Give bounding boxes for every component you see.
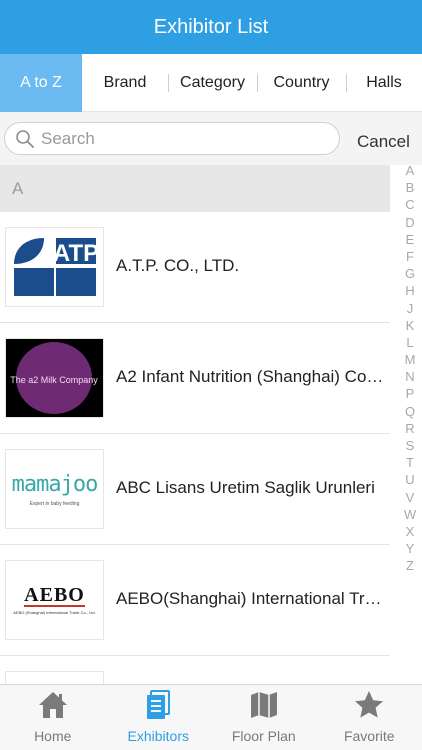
tab-country[interactable]: Country <box>257 54 346 112</box>
list-item[interactable]: mamajoo Expert in baby feeding ABC Lisan… <box>0 434 390 545</box>
exhibitor-list: ATP A.T.P. CO., LTD. The a2 Milk Company… <box>0 212 390 684</box>
exhibitor-name: AEBO(Shanghai) International Trade Co., … <box>116 589 388 608</box>
index-letter[interactable]: C <box>405 196 414 213</box>
tab-label: Floor Plan <box>231 728 296 744</box>
index-letter[interactable]: L <box>406 334 413 351</box>
cancel-button[interactable]: Cancel <box>357 132 410 152</box>
index-letter[interactable]: K <box>406 317 415 334</box>
tab-halls[interactable]: Halls <box>346 54 422 112</box>
nav-header: Exhibitor List <box>0 0 422 54</box>
index-letter[interactable]: N <box>405 368 414 385</box>
section-letter: A <box>12 178 24 198</box>
tab-label: Brand <box>103 73 147 91</box>
index-letter[interactable]: P <box>406 385 415 402</box>
tab-label: Country <box>273 73 330 91</box>
atp-logo: ATP <box>11 236 98 298</box>
aebo-logo-text: AEBO <box>24 584 85 607</box>
page-title: Exhibitor List <box>153 15 269 38</box>
svg-text:The a2 Milk Company: The a2 Milk Company <box>10 375 98 385</box>
index-letter[interactable]: J <box>407 300 414 317</box>
tab-favorite[interactable]: Favorite <box>317 685 422 750</box>
alphabet-index[interactable]: ABCDEFGHJKLMNPQRSTUVWXYZ <box>399 162 421 575</box>
a2-milk-logo: The a2 Milk Company <box>6 339 103 417</box>
index-letter[interactable]: Z <box>406 557 414 574</box>
index-letter[interactable]: X <box>406 523 415 540</box>
search-input[interactable] <box>41 128 321 149</box>
tab-category[interactable]: Category <box>168 54 257 112</box>
index-letter[interactable]: H <box>405 282 414 299</box>
index-letter[interactable]: U <box>405 471 414 488</box>
list-item[interactable]: AEBO AEBO (Shanghai) International Trade… <box>0 545 390 656</box>
aebo-tagline: AEBO (Shanghai) International Trade Co.,… <box>13 610 96 615</box>
index-letter[interactable]: E <box>406 231 415 248</box>
tab-brand[interactable]: Brand <box>82 54 168 112</box>
tab-home[interactable]: Home <box>0 685 106 750</box>
index-letter[interactable]: G <box>405 265 415 282</box>
exhibitor-logo: AEBO AEBO (Shanghai) International Trade… <box>5 560 104 640</box>
index-letter[interactable]: W <box>404 506 416 523</box>
tab-floor-plan[interactable]: Floor Plan <box>211 685 317 750</box>
exhibitor-name: ABC Lisans Uretim Saglik Urunleri <box>116 478 375 497</box>
search-icon <box>16 129 34 148</box>
tab-label: Exhibitors <box>127 728 189 744</box>
mamajoo-tagline: Expert in baby feeding <box>29 500 80 507</box>
index-letter[interactable]: S <box>406 437 415 454</box>
section-header: A <box>0 165 390 212</box>
index-letter[interactable]: A <box>406 162 415 179</box>
tab-label: Favorite <box>343 728 395 744</box>
exhibitor-logo: The a2 Milk Company <box>5 338 104 418</box>
index-letter[interactable]: F <box>406 248 414 265</box>
list-item[interactable]: ATP A.T.P. CO., LTD. <box>0 212 390 323</box>
document-icon <box>147 690 171 719</box>
map-icon <box>250 692 277 718</box>
tab-a-to-z[interactable]: A to Z <box>0 53 82 112</box>
tab-label: Home <box>34 728 72 744</box>
home-icon <box>38 692 67 718</box>
index-letter[interactable]: Y <box>406 540 415 557</box>
tab-label: A to Z <box>20 73 62 91</box>
bottom-tab-bar: Home Exhibitors Floor Plan Favorite <box>0 684 422 750</box>
list-item[interactable] <box>0 656 390 684</box>
tab-label: Category <box>180 73 245 91</box>
exhibitor-name: A.T.P. CO., LTD. <box>116 256 240 275</box>
tab-label: Halls <box>366 73 402 91</box>
exhibitor-name: A2 Infant Nutrition (Shanghai) Co., Ltd. <box>116 367 388 386</box>
search-field[interactable] <box>4 122 340 155</box>
index-letter[interactable]: T <box>406 454 414 471</box>
index-letter[interactable]: R <box>405 420 414 437</box>
filter-tabs: A to Z Brand Category Country Halls <box>0 53 422 112</box>
index-letter[interactable]: V <box>406 489 415 506</box>
tab-exhibitors[interactable]: Exhibitors <box>106 685 212 750</box>
exhibitor-logo: mamajoo Expert in baby feeding <box>5 449 104 529</box>
index-letter[interactable]: D <box>405 214 414 231</box>
exhibitor-logo <box>5 671 104 684</box>
star-icon <box>355 691 384 718</box>
search-bar: Cancel <box>0 112 422 165</box>
index-letter[interactable]: M <box>405 351 416 368</box>
mamajoo-logo-text: mamajoo <box>11 471 99 497</box>
list-item[interactable]: The a2 Milk Company A2 Infant Nutrition … <box>0 323 390 434</box>
svg-text:ATP: ATP <box>52 240 97 267</box>
index-letter[interactable]: B <box>406 179 415 196</box>
index-letter[interactable]: Q <box>405 403 415 420</box>
exhibitor-logo: ATP <box>5 227 104 307</box>
